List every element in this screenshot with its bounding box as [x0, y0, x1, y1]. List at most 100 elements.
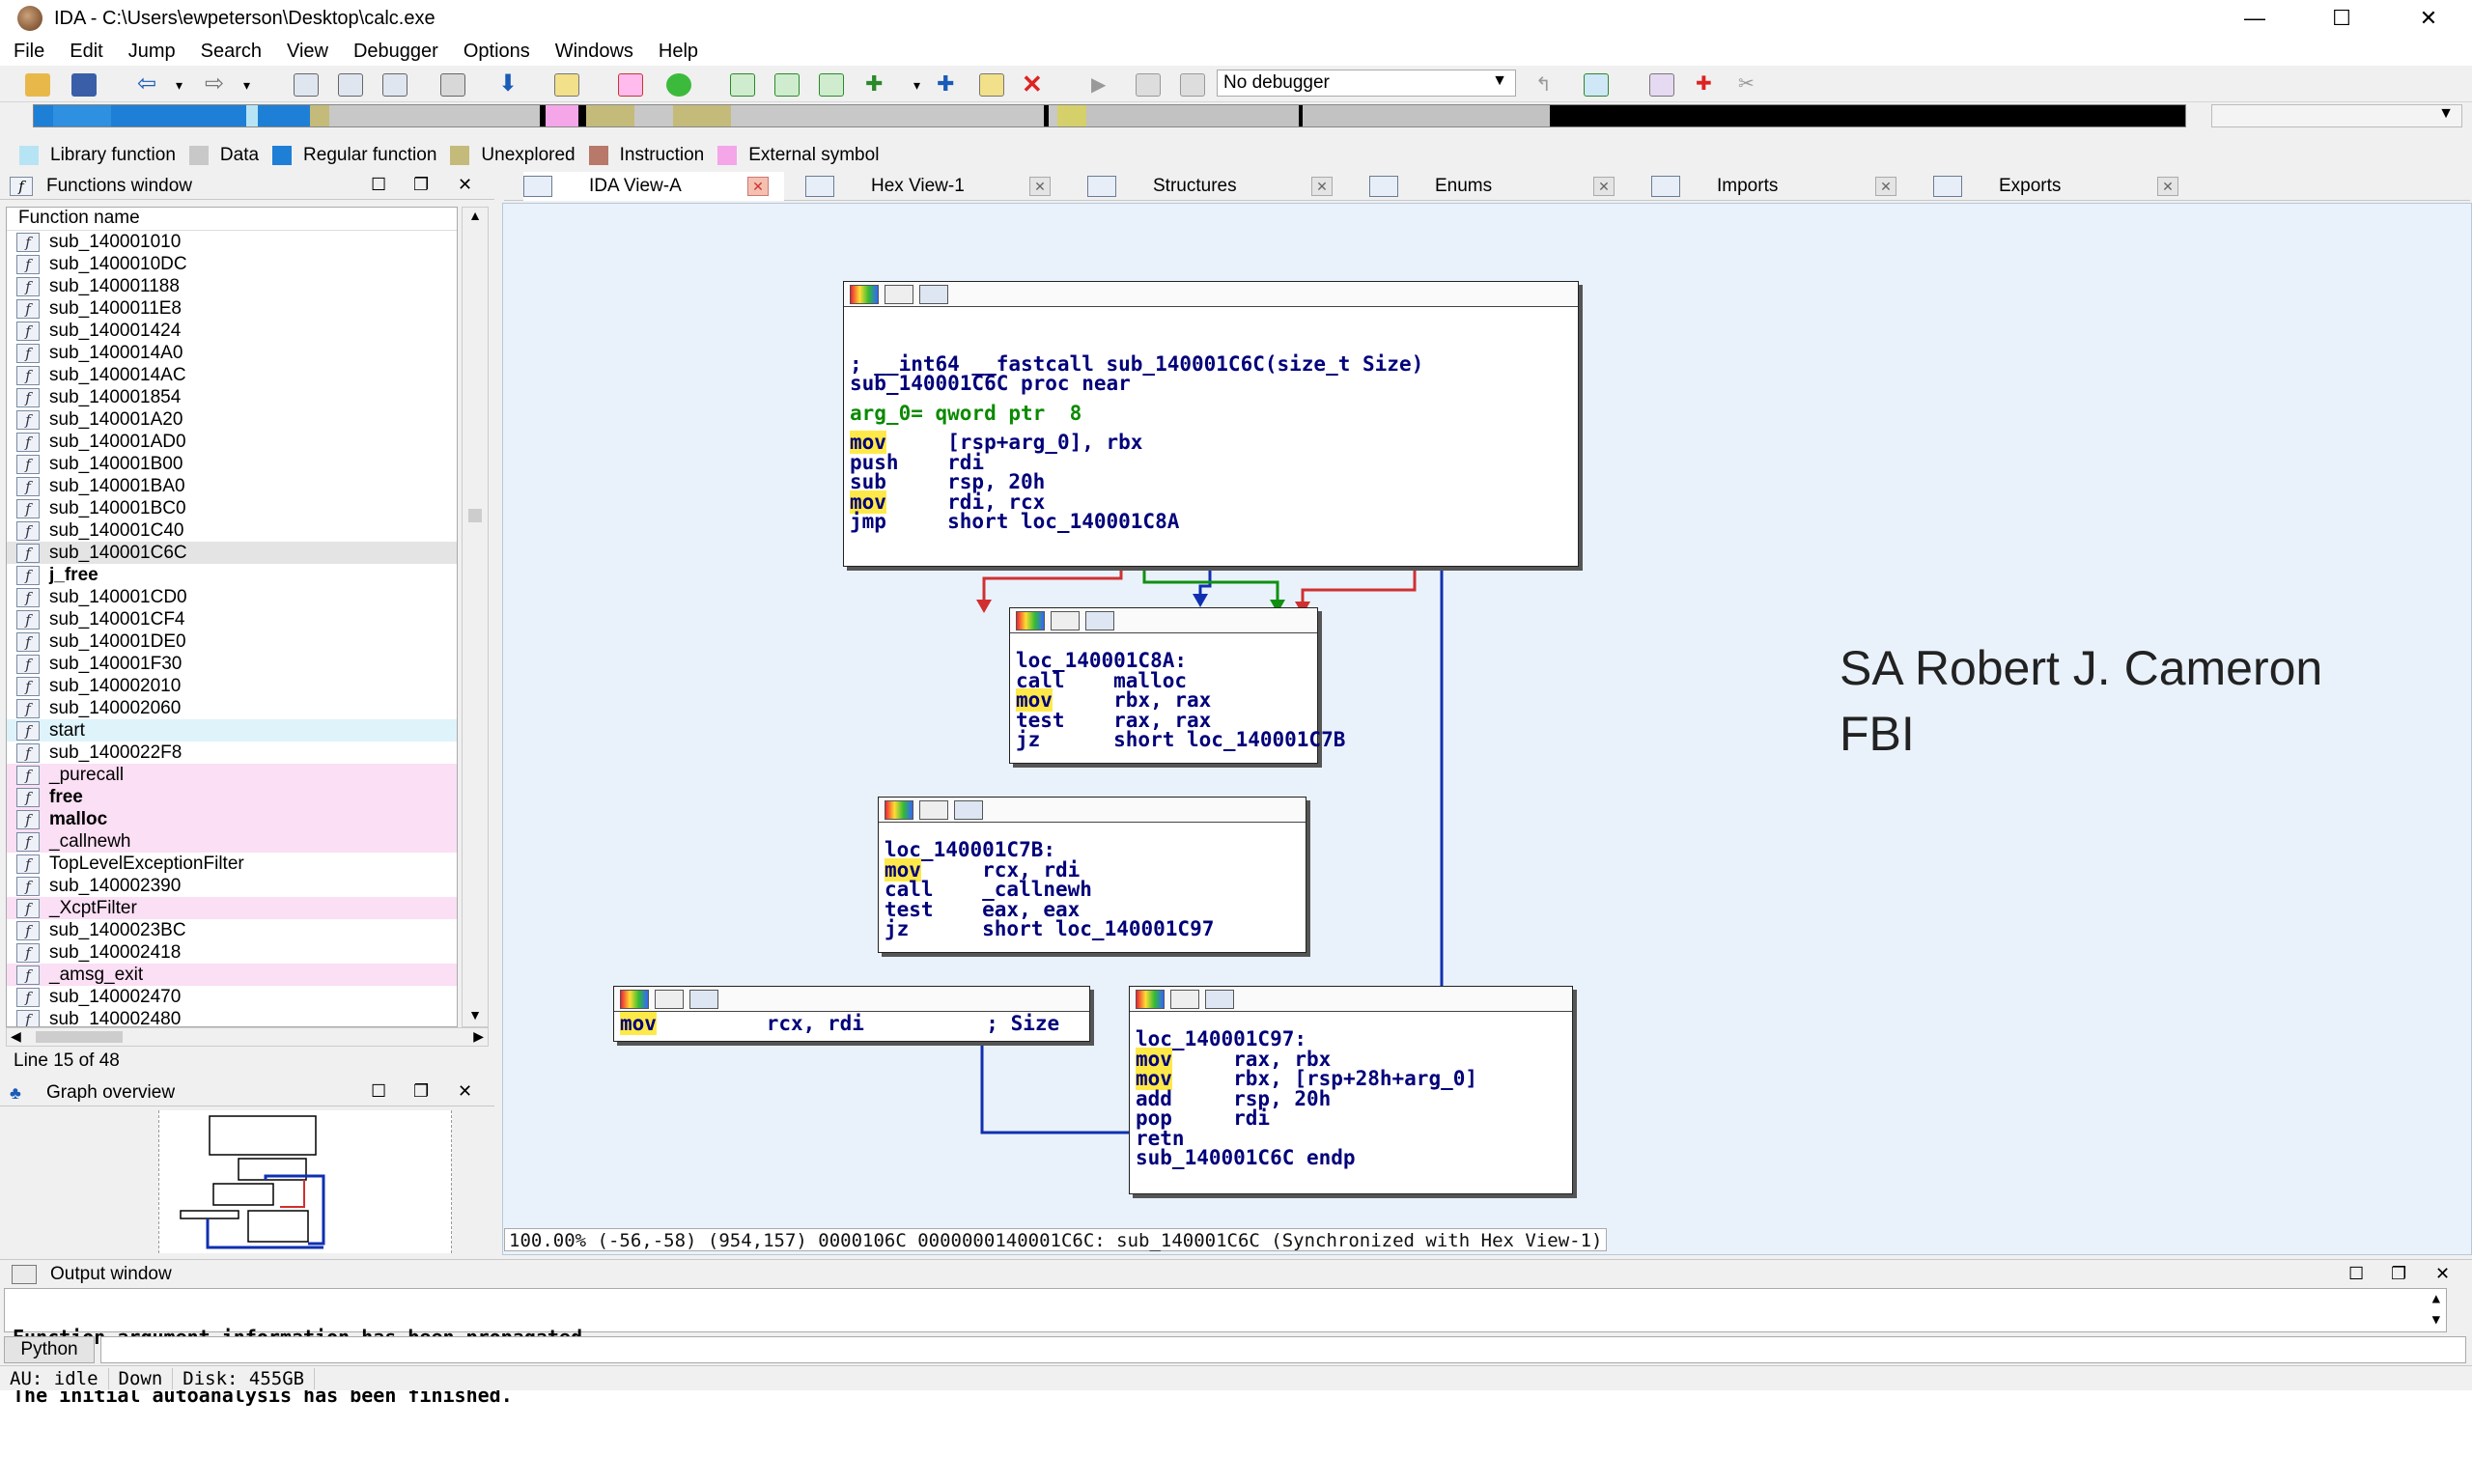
- add-icon[interactable]: ✚: [865, 73, 890, 97]
- color-palette-icon[interactable]: [850, 285, 879, 304]
- function-list-item[interactable]: f sub_140002390: [7, 875, 457, 897]
- functions-hscrollbar[interactable]: ◀ ▶: [6, 1027, 489, 1047]
- function-list-item[interactable]: f sub_140001AD0: [7, 431, 457, 453]
- menu-edit[interactable]: Edit: [70, 41, 102, 63]
- function-list-item[interactable]: f sub_140002418: [7, 941, 457, 964]
- navigation-band-select[interactable]: ▼: [2211, 104, 2462, 127]
- structure-icon[interactable]: ✚: [937, 73, 962, 97]
- tab-close-icon[interactable]: ✕: [1875, 177, 1896, 196]
- back-icon[interactable]: ⇦: [137, 72, 162, 97]
- edit-node-icon[interactable]: [655, 990, 684, 1009]
- color-palette-icon[interactable]: [620, 990, 649, 1009]
- minimize-button[interactable]: —: [2211, 0, 2298, 37]
- tab-close-icon[interactable]: ✕: [747, 177, 769, 196]
- edit-icon[interactable]: [554, 73, 579, 97]
- group-node-icon[interactable]: [919, 285, 948, 304]
- scroll-right-icon[interactable]: ▶: [473, 1028, 484, 1045]
- rename-icon[interactable]: [979, 73, 1004, 97]
- tab-close-icon[interactable]: ✕: [1593, 177, 1615, 196]
- binoculars-icon[interactable]: [440, 73, 465, 97]
- start-debug-icon[interactable]: ▶: [1091, 73, 1116, 97]
- scroll-up-icon[interactable]: ▲: [2432, 1289, 2440, 1308]
- step-over-icon[interactable]: [1584, 73, 1609, 97]
- panel-maximize-icon[interactable]: ☐: [371, 175, 386, 195]
- group-node-icon[interactable]: [954, 800, 983, 820]
- stop-debug-icon[interactable]: [1180, 73, 1205, 97]
- function-list-item[interactable]: f sub_140002480: [7, 1008, 457, 1026]
- function-list-item[interactable]: f j_free: [7, 564, 457, 586]
- function-list-item[interactable]: f sub_140001424: [7, 320, 457, 342]
- function-list-item[interactable]: f start: [7, 719, 457, 742]
- navigation-band[interactable]: [33, 104, 2186, 127]
- menu-search[interactable]: Search: [201, 41, 262, 63]
- function-list-item[interactable]: f sub_1400010DC: [7, 253, 457, 275]
- functions-scrollbar[interactable]: ▲ ▼: [462, 207, 489, 1027]
- function-list-item[interactable]: f sub_140001CF4: [7, 608, 457, 630]
- group-node-icon[interactable]: [1085, 611, 1114, 630]
- function-list-item[interactable]: f sub_140001854: [7, 386, 457, 408]
- menu-windows[interactable]: Windows: [555, 41, 633, 63]
- debugger-select[interactable]: No debugger ▼: [1217, 70, 1516, 97]
- output-text[interactable]: Function argument information has been p…: [4, 1288, 2447, 1405]
- breakpoint-list-icon[interactable]: [1649, 73, 1674, 97]
- add-dropdown-icon[interactable]: ▾: [913, 73, 939, 97]
- function-list-item[interactable]: f _amsg_exit: [7, 964, 457, 986]
- data-icon[interactable]: [819, 73, 844, 97]
- column-header-function-name[interactable]: Function name: [7, 208, 457, 231]
- edit-node-icon[interactable]: [1051, 611, 1080, 630]
- search-binary-icon[interactable]: [294, 73, 319, 97]
- add-breakpoint-icon[interactable]: ✚: [1696, 73, 1721, 97]
- group-node-icon[interactable]: [689, 990, 718, 1009]
- function-list-item[interactable]: f _XcptFilter: [7, 897, 457, 919]
- menu-help[interactable]: Help: [659, 41, 698, 63]
- graph-node-size-retry[interactable]: mov rcx, rdi ; Size: [613, 986, 1090, 1042]
- function-list-item[interactable]: f sub_140001C40: [7, 519, 457, 542]
- tab-structures[interactable]: Structures ✕: [1087, 172, 1348, 201]
- function-list-item[interactable]: f sub_140001CD0: [7, 586, 457, 608]
- edit-node-icon[interactable]: [885, 285, 913, 304]
- tab-close-icon[interactable]: ✕: [1029, 177, 1051, 196]
- group-node-icon[interactable]: [1205, 990, 1234, 1009]
- scroll-up-icon[interactable]: ▲: [463, 208, 488, 227]
- code-icon[interactable]: [774, 73, 800, 97]
- graph-node-loc-140001C97[interactable]: loc_140001C97: mov rax, rbx mov rbx, [rsp+…: [1129, 986, 1573, 1194]
- menu-jump[interactable]: Jump: [128, 41, 176, 63]
- menu-view[interactable]: View: [287, 41, 328, 63]
- function-list-item[interactable]: f sub_140002060: [7, 697, 457, 719]
- tab-imports[interactable]: Imports ✕: [1651, 172, 1912, 201]
- search-text-icon[interactable]: [338, 73, 363, 97]
- function-list-item[interactable]: f malloc: [7, 808, 457, 830]
- graph-overview-canvas[interactable]: [158, 1110, 452, 1253]
- step-into-icon[interactable]: ↰: [1535, 73, 1560, 97]
- function-list-item[interactable]: f _purecall: [7, 764, 457, 786]
- function-list-item[interactable]: f sub_140001A20: [7, 408, 457, 431]
- function-list-item[interactable]: f _callnewh: [7, 830, 457, 853]
- function-list-item[interactable]: f sub_1400022F8: [7, 742, 457, 764]
- panel-float-icon[interactable]: ❐: [413, 175, 429, 195]
- create-function-icon[interactable]: [730, 73, 755, 97]
- function-list-item[interactable]: f sub_140001C6C: [7, 542, 457, 564]
- function-list-item[interactable]: f sub_140001010: [7, 231, 457, 253]
- color-palette-icon[interactable]: [1016, 611, 1045, 630]
- function-list-item[interactable]: f sub_1400014A0: [7, 342, 457, 364]
- function-list-item[interactable]: f sub_140002010: [7, 675, 457, 697]
- menu-file[interactable]: File: [14, 41, 44, 63]
- tab-exports[interactable]: Exports ✕: [1933, 172, 2194, 201]
- tab-ida-view-a[interactable]: IDA View-A ✕: [523, 172, 784, 201]
- graph-node-entry[interactable]: ; __int64 __fastcall sub_140001C6C(size_…: [843, 281, 1579, 567]
- save-icon[interactable]: [71, 73, 97, 97]
- tab-close-icon[interactable]: ✕: [1311, 177, 1333, 196]
- function-list-item[interactable]: f sub_140002470: [7, 986, 457, 1008]
- scroll-down-icon[interactable]: ▼: [463, 1007, 488, 1026]
- scroll-left-icon[interactable]: ◀: [11, 1028, 21, 1045]
- hscroll-thumb[interactable]: [36, 1031, 123, 1043]
- forward-icon[interactable]: ⇨: [205, 72, 230, 97]
- scroll-down-icon[interactable]: ▼: [2432, 1310, 2440, 1330]
- panel-close-icon[interactable]: ✕: [458, 175, 472, 195]
- maximize-button[interactable]: ☐: [2298, 0, 2385, 37]
- python-language-button[interactable]: Python: [4, 1336, 95, 1363]
- pause-debug-icon[interactable]: [1136, 73, 1161, 97]
- jump-down-icon[interactable]: ⬇: [498, 72, 523, 97]
- function-list-item[interactable]: f sub_140001DE0: [7, 630, 457, 653]
- panel-maximize-icon[interactable]: ☐: [371, 1081, 386, 1102]
